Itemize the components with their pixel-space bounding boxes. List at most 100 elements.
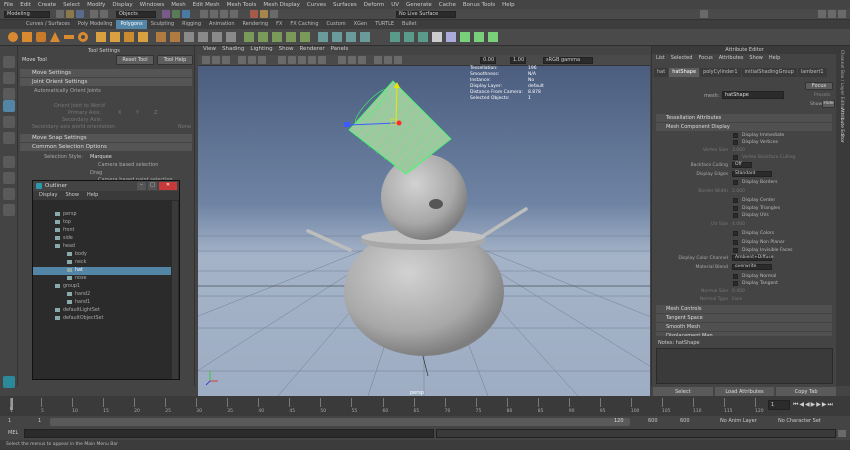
ae-menu-selected[interactable]: Selected bbox=[671, 55, 693, 63]
shelf-tab-poly-modeling[interactable]: Poly Modeling bbox=[74, 20, 117, 29]
poly-torus-icon[interactable] bbox=[78, 32, 88, 42]
shadows-icon[interactable] bbox=[338, 56, 346, 64]
focus-button[interactable]: Focus bbox=[805, 82, 833, 90]
section-common-selection[interactable]: Common Selection Options bbox=[20, 143, 192, 151]
vertex-size-field[interactable]: 3.000 bbox=[732, 148, 745, 153]
outliner-item[interactable]: persp bbox=[33, 211, 171, 219]
outliner-item[interactable]: defaultObjectSet bbox=[33, 315, 171, 323]
range-bar[interactable] bbox=[50, 418, 630, 426]
axis-none[interactable]: None bbox=[178, 124, 191, 130]
outliner-item[interactable]: nose bbox=[33, 275, 171, 283]
section-move-settings[interactable]: Move Settings bbox=[20, 69, 192, 77]
toggle-attribute-editor-icon[interactable] bbox=[818, 10, 826, 18]
display-tangent-checkbox[interactable] bbox=[733, 281, 738, 286]
menu-surfaces[interactable]: Surfaces bbox=[333, 2, 357, 8]
hide-button[interactable]: Hide bbox=[822, 100, 835, 108]
select-object-icon[interactable] bbox=[172, 10, 180, 18]
axis-y[interactable]: Y bbox=[136, 110, 139, 116]
extrude-icon[interactable] bbox=[212, 32, 222, 42]
playback-end-field[interactable]: 120 bbox=[614, 418, 624, 424]
antialiasing-icon[interactable] bbox=[358, 56, 366, 64]
normal-type-field[interactable]: Face bbox=[732, 297, 742, 302]
outliner-item[interactable]: side bbox=[33, 235, 171, 243]
display-nonplanar-checkbox[interactable] bbox=[733, 240, 738, 245]
playback-controls[interactable]: ⏮◀◀▶▶▶⏭ bbox=[793, 401, 834, 409]
viewport-menu-lighting[interactable]: Lighting bbox=[250, 46, 272, 55]
display-normal-checkbox[interactable] bbox=[733, 274, 738, 279]
mirror-icon[interactable] bbox=[170, 32, 180, 42]
poly-cylinder-icon[interactable] bbox=[36, 32, 46, 42]
gamma-field[interactable]: 1.00 bbox=[510, 57, 526, 64]
rotate-tool-icon[interactable] bbox=[3, 116, 15, 128]
redo-icon[interactable] bbox=[100, 10, 108, 18]
display-invisible-checkbox[interactable] bbox=[733, 248, 738, 253]
menu-mesh-display[interactable]: Mesh Display bbox=[263, 2, 300, 8]
outliner-item[interactable]: defaultLightSet bbox=[33, 307, 171, 315]
outliner-item[interactable]: hand2 bbox=[33, 291, 171, 299]
uv-editor-icon[interactable] bbox=[390, 32, 400, 42]
menu-file[interactable]: File bbox=[4, 2, 13, 8]
ambient-occlusion-icon[interactable] bbox=[348, 56, 356, 64]
outliner-item[interactable]: body bbox=[33, 251, 171, 259]
outliner-item[interactable]: top bbox=[33, 219, 171, 227]
marquee-radio[interactable]: Marquee bbox=[90, 154, 112, 160]
menu-cache[interactable]: Cache bbox=[439, 2, 456, 8]
reset-tool-button[interactable]: Reset Tool bbox=[116, 55, 154, 65]
border-width-field[interactable]: 2.000 bbox=[732, 189, 745, 194]
move-tool-icon[interactable] bbox=[3, 100, 15, 112]
colorspace-dropdown[interactable]: sRGB gamma bbox=[543, 57, 593, 64]
combine-icon[interactable] bbox=[96, 32, 106, 42]
multi-cut-icon[interactable] bbox=[244, 32, 254, 42]
poly-sphere-icon[interactable] bbox=[8, 32, 18, 42]
workspace-dropdown[interactable]: Modeling bbox=[4, 11, 50, 18]
camera-attributes-icon[interactable] bbox=[212, 56, 220, 64]
shelf-tab-fx-caching[interactable]: FX Caching bbox=[286, 20, 322, 29]
outliner-item[interactable]: head bbox=[33, 243, 171, 251]
material-blend-dropdown[interactable]: overwrite bbox=[732, 264, 772, 270]
persp-outliner-icon[interactable] bbox=[3, 188, 15, 200]
section-move-snap[interactable]: Move Snap Settings bbox=[20, 134, 192, 142]
anim-layer-dropdown[interactable]: No Anim Layer bbox=[720, 418, 757, 424]
cut-uv-icon[interactable] bbox=[474, 32, 484, 42]
menu-select[interactable]: Select bbox=[63, 2, 80, 8]
ipr-render-icon[interactable] bbox=[260, 10, 268, 18]
wireframe-on-shaded-icon[interactable] bbox=[298, 56, 306, 64]
save-scene-icon[interactable] bbox=[76, 10, 84, 18]
menu-help[interactable]: Help bbox=[502, 2, 515, 8]
toggle-tool-settings-icon[interactable] bbox=[828, 10, 836, 18]
display-uvs-checkbox[interactable] bbox=[733, 213, 738, 218]
quad-draw-icon[interactable] bbox=[300, 32, 310, 42]
outliner-menu-help[interactable]: Help bbox=[87, 191, 98, 200]
viewport-menu-panels[interactable]: Panels bbox=[331, 46, 349, 55]
select-hierarchy-icon[interactable] bbox=[162, 10, 170, 18]
menu-mesh-tools[interactable]: Mesh Tools bbox=[227, 2, 257, 8]
select-tool-icon[interactable] bbox=[3, 56, 15, 68]
shelf-tab-bullet[interactable]: Bullet bbox=[398, 20, 420, 29]
outliner-item[interactable]: hat bbox=[33, 267, 171, 275]
open-scene-icon[interactable] bbox=[66, 10, 74, 18]
persp-graph-icon[interactable] bbox=[3, 204, 15, 216]
viewport-menu-show[interactable]: Show bbox=[279, 46, 294, 55]
cylindrical-uv-icon[interactable] bbox=[332, 32, 342, 42]
channel-box-tab[interactable]: Channel Box / Layer Editor bbox=[839, 50, 844, 110]
mesh-name-field[interactable]: hatShape bbox=[722, 91, 784, 99]
menu-windows[interactable]: Windows bbox=[140, 2, 165, 8]
shelf-tab-rendering[interactable]: Rendering bbox=[239, 20, 273, 29]
append-icon[interactable] bbox=[226, 32, 236, 42]
section-tessellation[interactable]: Tessellation Attributes bbox=[656, 114, 832, 122]
script-editor-icon[interactable] bbox=[838, 430, 846, 437]
menu-mesh[interactable]: Mesh bbox=[171, 2, 185, 8]
outliner-item[interactable]: front bbox=[33, 227, 171, 235]
scale-tool-icon[interactable] bbox=[3, 132, 15, 144]
section-mesh-component-display[interactable]: Mesh Component Display bbox=[656, 123, 832, 131]
viewport-menu-view[interactable]: View bbox=[203, 46, 216, 55]
notes-field[interactable] bbox=[656, 348, 833, 384]
tool-help-button[interactable]: Tool Help bbox=[157, 55, 193, 65]
auto-uv-icon[interactable] bbox=[360, 32, 370, 42]
display-vertices-checkbox[interactable] bbox=[733, 140, 738, 145]
menu-deform[interactable]: Deform bbox=[364, 2, 384, 8]
extract-icon[interactable] bbox=[124, 32, 134, 42]
lights-icon[interactable] bbox=[318, 56, 326, 64]
shelf-tab-turtle[interactable]: TURTLE bbox=[371, 20, 398, 29]
menu-uv[interactable]: UV bbox=[391, 2, 399, 8]
